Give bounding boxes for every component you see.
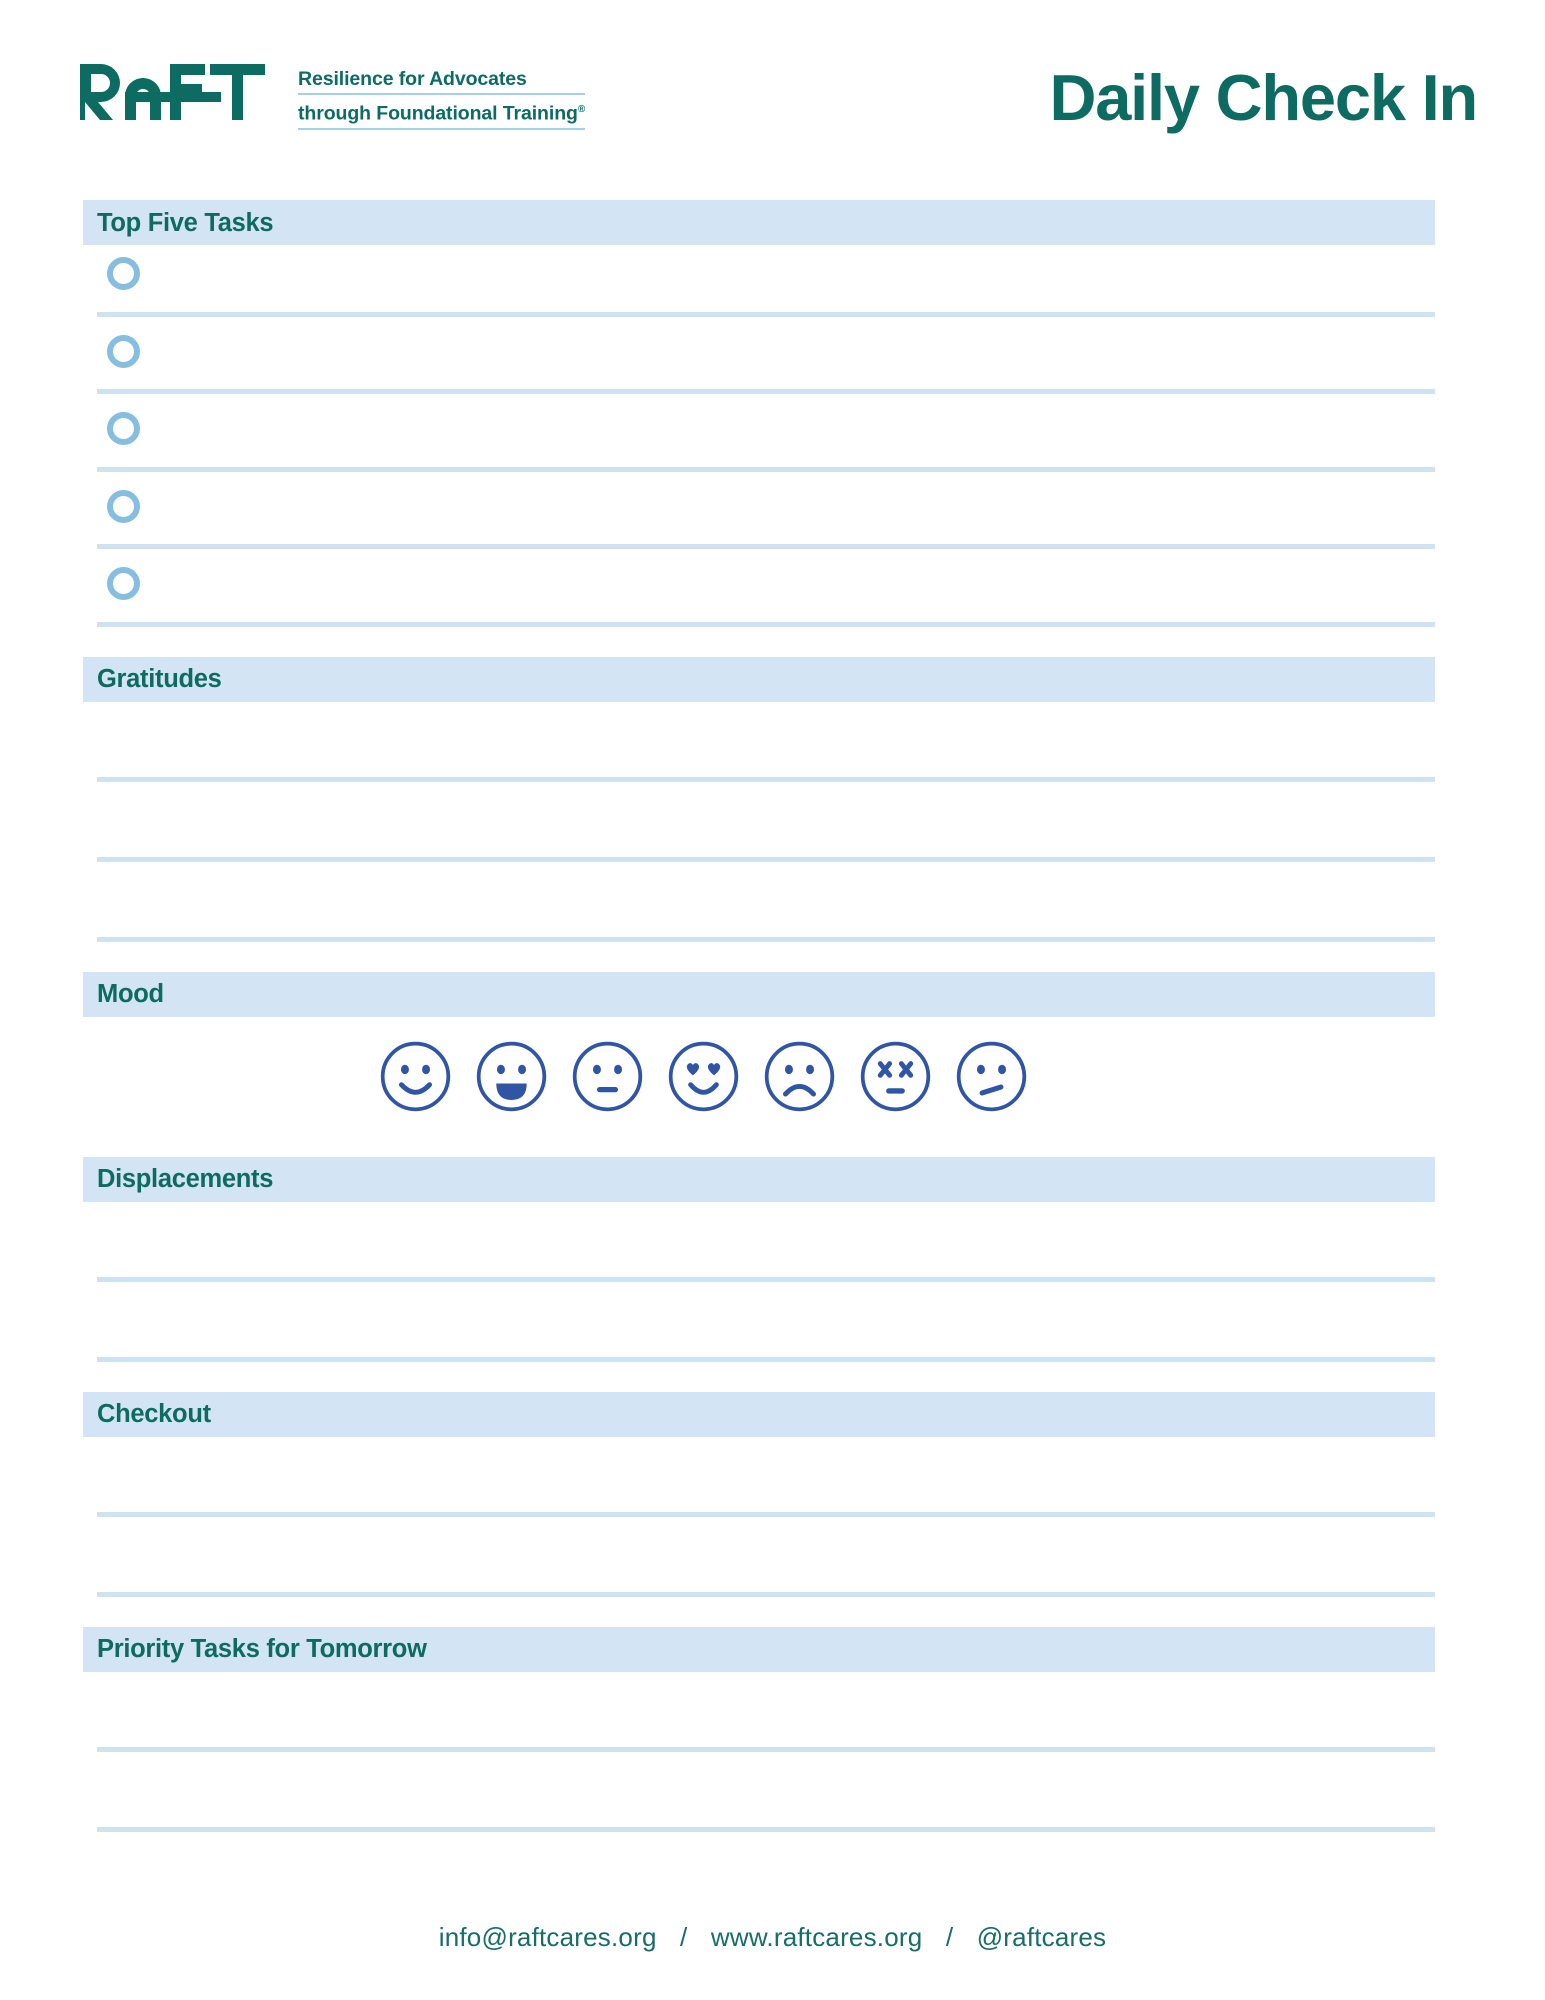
neutral-face-icon[interactable] (570, 1039, 645, 1114)
footer-website[interactable]: www.raftcares.org (711, 1922, 922, 1952)
section-title-mood: Mood (97, 980, 164, 1008)
section-header-checkout: Checkout (83, 1391, 1435, 1437)
gratitudes-line[interactable] (83, 782, 1435, 862)
page-footer: info@raftcares.org / www.raftcares.org /… (0, 1922, 1545, 1953)
mood-face-row (378, 1039, 1029, 1114)
raft-wordmark-icon (80, 64, 265, 120)
task-checkbox-circle-icon[interactable] (107, 412, 140, 445)
section-header-priority-tasks-tomorrow: Priority Tasks for Tomorrow (83, 1626, 1435, 1672)
task-row[interactable] (83, 323, 1435, 401)
smiling-face-icon[interactable] (378, 1039, 453, 1114)
section-header-displacements: Displacements (83, 1156, 1435, 1202)
checkout-line[interactable] (83, 1517, 1435, 1597)
section-header-gratitudes: Gratitudes (83, 656, 1435, 702)
task-write-rule[interactable] (97, 621, 1435, 627)
task-write-rule[interactable] (97, 544, 1435, 549)
task-write-rule[interactable] (97, 311, 1435, 317)
displacements-line[interactable] (83, 1282, 1435, 1362)
confused-face-icon[interactable] (954, 1039, 1029, 1114)
raft-logo: Resilience for Advocates through Foundat… (80, 62, 585, 130)
task-row[interactable] (83, 478, 1435, 556)
worksheet-body: Top Five Tasks Gratitudes Mood Displacem… (83, 200, 1435, 1832)
priority-task-line[interactable] (83, 1752, 1435, 1832)
section-title-priority-tasks-tomorrow: Priority Tasks for Tomorrow (97, 1635, 427, 1663)
footer-separator: / (680, 1922, 688, 1952)
write-rule[interactable] (97, 936, 1435, 942)
task-checkbox-circle-icon[interactable] (107, 334, 140, 368)
registered-mark: ® (577, 104, 586, 115)
daily-check-in-worksheet: Resilience for Advocates through Foundat… (0, 0, 1545, 2000)
dizzy-face-icon[interactable] (858, 1039, 933, 1114)
mood-selector (83, 1017, 1435, 1157)
task-checkbox-circle-icon[interactable] (107, 257, 140, 290)
displacements-line[interactable] (83, 1202, 1435, 1282)
write-rule[interactable] (97, 1826, 1435, 1832)
tagline-line-2-text: through Foundational Training (298, 102, 578, 125)
raft-tagline: Resilience for Advocates through Foundat… (298, 62, 585, 130)
task-checkbox-circle-icon[interactable] (107, 567, 140, 600)
footer-separator: / (945, 1922, 954, 1952)
tagline-line-2: through Foundational Training® (298, 95, 585, 130)
section-title-top-five-tasks: Top Five Tasks (97, 208, 274, 237)
task-write-rule[interactable] (97, 389, 1435, 394)
task-row[interactable] (83, 555, 1435, 633)
section-title-checkout: Checkout (97, 1400, 211, 1428)
task-checkbox-circle-icon[interactable] (107, 489, 140, 523)
section-header-top-five-tasks: Top Five Tasks (83, 200, 1435, 245)
section-header-mood: Mood (83, 971, 1435, 1017)
grinning-face-icon[interactable] (474, 1039, 549, 1114)
write-rule[interactable] (97, 1356, 1435, 1362)
heart-eyes-face-icon[interactable] (666, 1039, 741, 1114)
page-title: Daily Check In (1049, 61, 1478, 134)
footer-social-handle[interactable]: @raftcares (977, 1922, 1107, 1952)
write-rule[interactable] (97, 1591, 1435, 1597)
task-row[interactable] (83, 400, 1435, 478)
footer-email[interactable]: info@raftcares.org (439, 1922, 657, 1952)
gratitudes-line[interactable] (83, 862, 1435, 942)
section-title-gratitudes: Gratitudes (97, 665, 222, 693)
page-header: Resilience for Advocates through Foundat… (0, 0, 1545, 180)
tagline-line-1: Resilience for Advocates (298, 68, 586, 95)
priority-task-line[interactable] (83, 1672, 1435, 1752)
gratitudes-line[interactable] (83, 702, 1435, 782)
task-write-rule[interactable] (97, 466, 1435, 472)
task-row[interactable] (83, 245, 1435, 323)
section-title-displacements: Displacements (97, 1165, 274, 1193)
frowning-face-icon[interactable] (762, 1039, 837, 1114)
checkout-line[interactable] (83, 1437, 1435, 1517)
